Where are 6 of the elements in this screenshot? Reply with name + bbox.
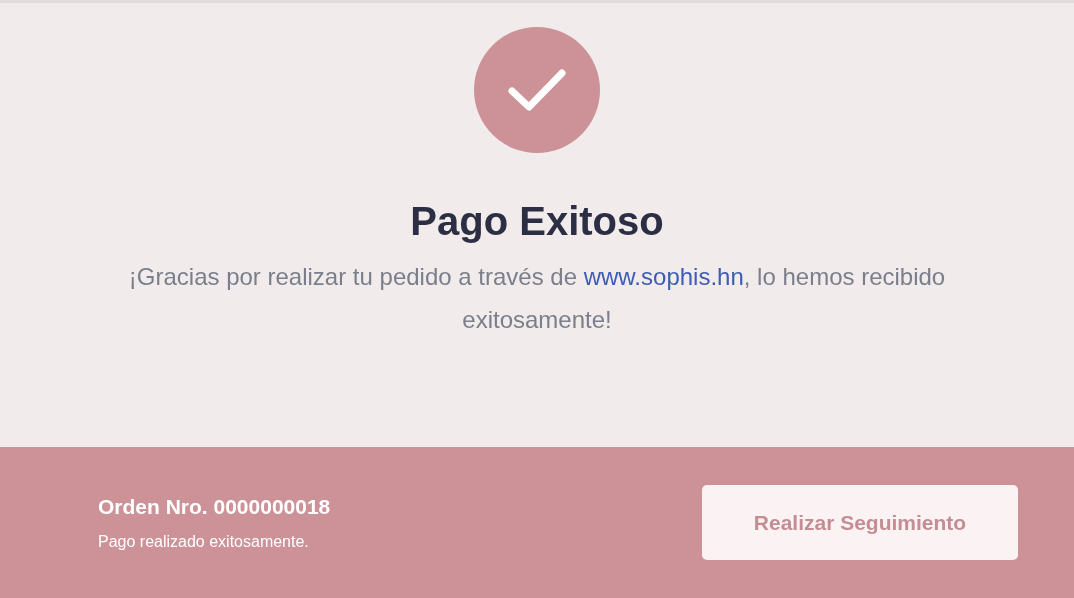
order-number: Orden Nro. 0000000018 <box>98 494 331 519</box>
website-link[interactable]: www.sophis.hn <box>583 263 744 290</box>
thank-you-message: ¡Gracias por realizar tu pedido a través de www.sophis.hn, lo hemos recibido exitosamente! <box>127 262 947 335</box>
payment-note: Pago realizado exitosamente. <box>98 532 310 551</box>
check-circle-icon <box>474 27 600 153</box>
success-title: Pago Exitoso <box>410 198 664 245</box>
